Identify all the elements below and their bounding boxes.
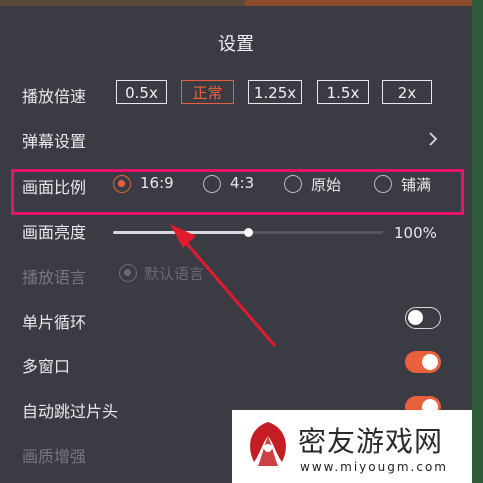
watermark: 密友游戏网 www.miyougm.com [232,410,472,483]
watermark-logo-icon [250,422,286,466]
watermark-url: www.miyougm.com [300,460,448,474]
watermark-name: 密友游戏网 [298,425,444,458]
